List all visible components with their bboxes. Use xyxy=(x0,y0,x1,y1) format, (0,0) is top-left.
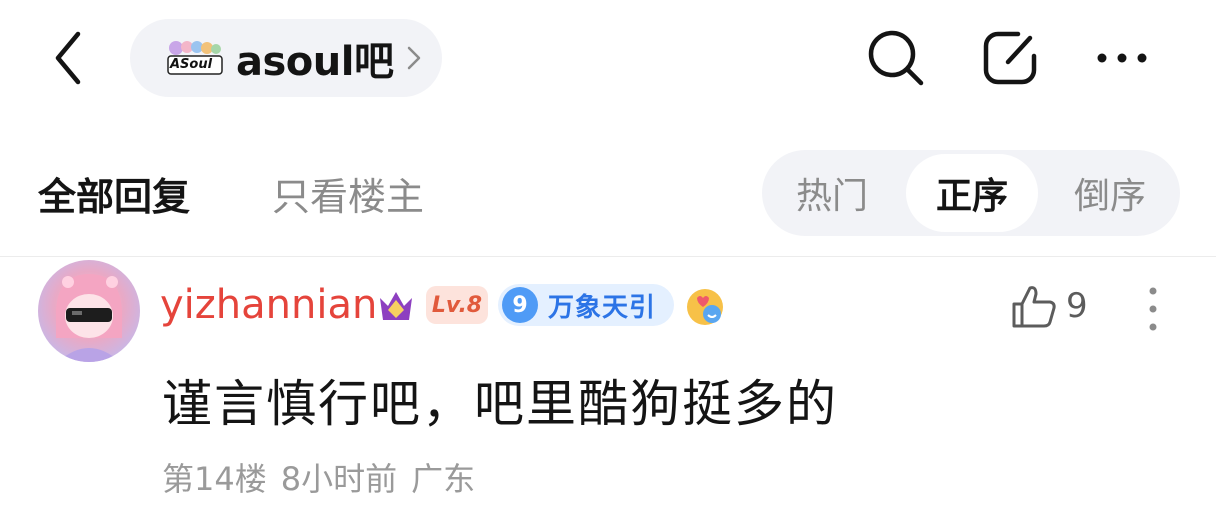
like-button[interactable]: 9 xyxy=(1010,282,1088,330)
forum-logo: ASoul xyxy=(164,36,224,80)
sort-hot-option[interactable]: 热门 xyxy=(762,150,902,236)
tab-all-replies[interactable]: 全部回复 xyxy=(38,166,190,221)
chevron-right-icon xyxy=(407,46,421,70)
more-icon xyxy=(1097,53,1147,63)
reply-more-button[interactable] xyxy=(1138,284,1168,334)
level-badge: Lv.8 xyxy=(426,286,488,324)
thumbs-up-icon xyxy=(1012,286,1056,328)
search-button[interactable] xyxy=(864,26,928,90)
reply-content: 谨言慎行吧，吧里酷狗挺多的 xyxy=(162,375,838,433)
edit-icon xyxy=(983,31,1037,85)
sort-descending-option[interactable]: 倒序 xyxy=(1040,150,1180,236)
avatar[interactable] xyxy=(38,260,140,362)
forum-entry-button[interactable]: ASoul asoul吧 xyxy=(130,19,442,97)
reply-username[interactable]: yizhannian xyxy=(160,282,377,328)
more-vertical-icon xyxy=(1149,287,1157,331)
reply-location: 广东 xyxy=(411,460,476,498)
crown-icon xyxy=(376,286,416,326)
reply-time: 8小时前 xyxy=(280,460,398,498)
forum-name: asoul吧 xyxy=(236,39,394,85)
more-button[interactable] xyxy=(1090,26,1154,90)
title-level: 9 xyxy=(502,287,538,323)
sort-segmented-control: 热门 正序 倒序 xyxy=(762,150,1180,236)
back-arrow-icon xyxy=(55,31,81,85)
divider xyxy=(0,256,1216,257)
tab-only-op[interactable]: 只看楼主 xyxy=(272,166,424,221)
sort-ascending-option[interactable]: 正序 xyxy=(906,154,1038,232)
reply-meta: 第14楼 8小时前 广东 xyxy=(162,454,489,500)
title-badge: 9 万象天引 xyxy=(498,284,674,326)
emoji-badge-icon xyxy=(684,286,726,328)
search-icon xyxy=(868,30,924,86)
like-count: 9 xyxy=(1066,286,1088,326)
forum-logo-text: ASoul xyxy=(170,57,213,72)
edit-button[interactable] xyxy=(978,26,1042,90)
title-text: 万象天引 xyxy=(548,292,657,323)
floor-number: 第14楼 xyxy=(162,460,267,498)
back-button[interactable] xyxy=(44,30,94,86)
